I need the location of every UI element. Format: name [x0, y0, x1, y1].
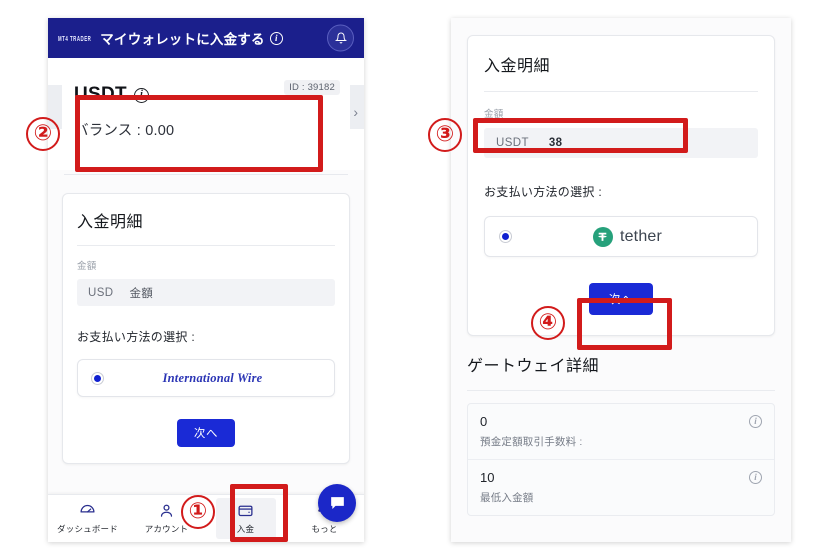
info-icon[interactable]: i — [133, 87, 149, 103]
card-divider — [77, 245, 335, 246]
amount-field-label: 金額 — [77, 261, 97, 272]
page-title: マイウォレットに入金する — [100, 32, 265, 47]
next-button-row-right: 次へ — [484, 283, 758, 315]
chat-bubble-icon — [330, 496, 344, 509]
bottom-navigation-bar: ダッシュボード アカウント 入金 もっと — [48, 494, 364, 542]
deposit-details-title: 入金明細 — [77, 214, 144, 231]
deposit-details-card-left: 入金明細 金額 USD 金額 お支払い方法の選択 : International… — [62, 193, 350, 464]
amount-value-right: 38 — [548, 137, 563, 149]
dashboard-gauge-icon — [80, 504, 95, 513]
amount-value: 金額 — [129, 287, 154, 300]
screenshot-root: MT4 TRADER マイウォレットに入金する i › ID : 39182 U… — [0, 0, 840, 560]
chevron-right-icon[interactable]: › — [353, 105, 358, 119]
tether-t-glyph — [598, 232, 608, 241]
deposit-details-title-right: 入金明細 — [484, 58, 551, 75]
info-icon[interactable]: i — [269, 31, 283, 45]
wallet-carousel: › ID : 39182 USDT i バランス : 0.00 — [48, 58, 364, 170]
card-divider-right — [484, 91, 758, 92]
gateway-info-box: 0 預金定額取引手数料 : i 10 最低入金額 i — [467, 403, 775, 516]
next-button-row-left: 次へ — [77, 419, 335, 447]
amount-field-label-right: 金額 — [484, 109, 504, 120]
chat-support-button[interactable] — [318, 484, 356, 522]
deposit-details-card-right: 入金明細 金額 USDT 38 お支払い方法の選択 : tether 次へ — [467, 35, 775, 336]
nav-item-deposit[interactable]: 入金 — [215, 498, 276, 539]
radio-button-selected[interactable] — [91, 371, 104, 385]
radio-button-selected-right[interactable] — [499, 230, 512, 243]
gateway-fee-value: 0 — [480, 414, 488, 429]
next-button-right[interactable]: 次へ — [588, 283, 654, 315]
brand-logo: MT4 TRADER — [58, 34, 92, 42]
currency-code: USD — [88, 286, 114, 299]
app-header-bar: MT4 TRADER マイウォレットに入金する i — [48, 18, 364, 58]
payment-method-name-right: tether — [619, 227, 663, 245]
info-icon[interactable]: i — [749, 415, 762, 428]
notification-bell-button[interactable] — [327, 24, 354, 52]
info-icon[interactable]: i — [749, 471, 762, 484]
account-icon — [160, 504, 173, 517]
section-divider — [64, 174, 348, 175]
gateway-min-value: 10 — [480, 470, 495, 485]
amount-input-left[interactable]: USD 金額 — [77, 279, 335, 306]
gateway-divider — [467, 390, 775, 391]
gateway-row-fee: 0 預金定額取引手数料 : i — [468, 404, 774, 459]
gateway-details-title: ゲートウェイ詳細 — [467, 358, 600, 375]
gateway-details-section: ゲートウェイ詳細 0 預金定額取引手数料 : i 10 最低入金額 i — [467, 352, 775, 516]
nav-label-account: アカウント — [144, 524, 189, 534]
usdt-balance-card[interactable]: ID : 39182 USDT i バランス : 0.00 — [62, 74, 350, 150]
gateway-row-minimum: 10 最低入金額 i — [468, 459, 774, 515]
tether-logo-icon — [592, 226, 613, 247]
amount-input-right[interactable]: USDT 38 — [484, 128, 758, 158]
tether-brand: tether — [512, 226, 743, 247]
nav-item-dashboard[interactable]: ダッシュボード — [57, 498, 118, 539]
payment-method-tether[interactable]: tether — [484, 216, 758, 257]
wallet-id-badge: ID : 39182 — [284, 80, 340, 95]
payment-method-name: International Wire — [162, 370, 263, 385]
bell-icon — [334, 32, 347, 44]
gateway-min-caption: 最低入金額 — [480, 492, 534, 504]
balance-amount: バランス : 0.00 — [74, 123, 175, 139]
nav-item-account[interactable]: アカウント — [137, 498, 197, 539]
next-button-left[interactable]: 次へ — [176, 419, 236, 447]
wallet-icon — [238, 505, 253, 517]
currency-symbol: USDT — [74, 84, 127, 105]
nav-label-more: もっと — [311, 524, 338, 534]
currency-code-right: USDT — [496, 137, 529, 149]
gateway-fee-caption: 預金定額取引手数料 : — [480, 436, 583, 448]
payment-method-label-right: お支払い方法の選択 : — [484, 185, 602, 199]
nav-label-deposit: 入金 — [236, 524, 255, 534]
left-phone-panel: MT4 TRADER マイウォレットに入金する i › ID : 39182 U… — [48, 18, 364, 542]
payment-method-international-wire[interactable]: International Wire — [77, 359, 335, 397]
payment-method-label: お支払い方法の選択 : — [77, 330, 195, 344]
right-phone-panel: 入金明細 金額 USDT 38 お支払い方法の選択 : tether 次へ ゲー… — [451, 18, 791, 542]
nav-label-dashboard: ダッシュボード — [57, 524, 118, 534]
